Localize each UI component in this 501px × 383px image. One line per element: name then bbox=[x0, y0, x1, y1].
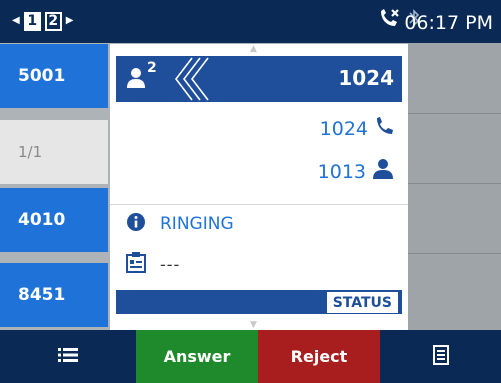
status-row: RINGING bbox=[126, 212, 234, 236]
page-right-arrow-icon[interactable]: ▶ bbox=[66, 11, 74, 31]
contact-card-icon bbox=[126, 251, 146, 277]
line-key-4010[interactable]: 4010 bbox=[0, 188, 108, 252]
info-row: --- bbox=[126, 251, 180, 277]
chevron-left-icon bbox=[170, 56, 210, 106]
page-1-indicator[interactable]: 1 bbox=[23, 11, 41, 31]
more-button[interactable] bbox=[380, 330, 501, 383]
divider bbox=[408, 183, 501, 184]
line-page-indicator: 1/1 bbox=[0, 120, 108, 184]
page-2-indicator[interactable]: 2 bbox=[44, 11, 62, 31]
menu-button[interactable] bbox=[0, 330, 136, 383]
softkey-bar: Answer Reject bbox=[0, 330, 501, 383]
answer-button[interactable]: Answer bbox=[136, 330, 258, 383]
person-icon bbox=[372, 158, 394, 185]
phone-icon bbox=[374, 116, 394, 141]
page-counter: 1/1 bbox=[18, 143, 43, 161]
right-key-panel bbox=[408, 43, 501, 330]
member-row: 1024 bbox=[320, 116, 394, 141]
missed-call-icon bbox=[378, 8, 400, 32]
scroll-up-icon[interactable]: ▲ bbox=[250, 44, 257, 54]
call-popup: ▲ 2 1024 1024 1013 RINGING --- STATUS ▼ bbox=[110, 44, 408, 330]
page-left-arrow-icon[interactable]: ◀ bbox=[12, 11, 20, 31]
scroll-down-icon[interactable]: ▼ bbox=[250, 320, 257, 330]
status-bar-strip: STATUS bbox=[116, 290, 402, 314]
member-number: 1024 bbox=[319, 117, 368, 140]
member-number: 1013 bbox=[317, 160, 366, 183]
line-key-label: 5001 bbox=[18, 66, 66, 86]
info-icon bbox=[126, 212, 146, 236]
line-key-panel: 5001 1/1 4010 8451 bbox=[0, 43, 110, 330]
line-key-8451[interactable]: 8451 bbox=[0, 263, 108, 327]
status-bar: ◀ 1 2 ▶ 06:17 PM bbox=[0, 0, 501, 43]
call-info-value: --- bbox=[160, 254, 181, 274]
list-menu-icon bbox=[58, 347, 78, 367]
status-button[interactable]: STATUS bbox=[324, 292, 398, 313]
divider bbox=[408, 113, 501, 114]
call-header[interactable]: 2 1024 bbox=[116, 56, 402, 102]
reject-button[interactable]: Reject bbox=[258, 330, 380, 383]
clock: 06:17 PM bbox=[404, 12, 493, 34]
call-header-number: 1024 bbox=[338, 66, 394, 90]
conference-count: 2 bbox=[147, 60, 157, 76]
conference-icon bbox=[126, 66, 146, 94]
divider bbox=[110, 204, 408, 205]
call-status: RINGING bbox=[160, 214, 234, 234]
line-key-label: 4010 bbox=[18, 210, 66, 230]
line-key-label: 8451 bbox=[18, 285, 66, 305]
line-key-5001[interactable]: 5001 bbox=[0, 44, 108, 108]
page-indicator[interactable]: ◀ 1 2 ▶ bbox=[12, 11, 73, 31]
member-row: 1013 bbox=[318, 158, 394, 185]
document-menu-icon bbox=[432, 344, 449, 369]
divider bbox=[408, 253, 501, 254]
